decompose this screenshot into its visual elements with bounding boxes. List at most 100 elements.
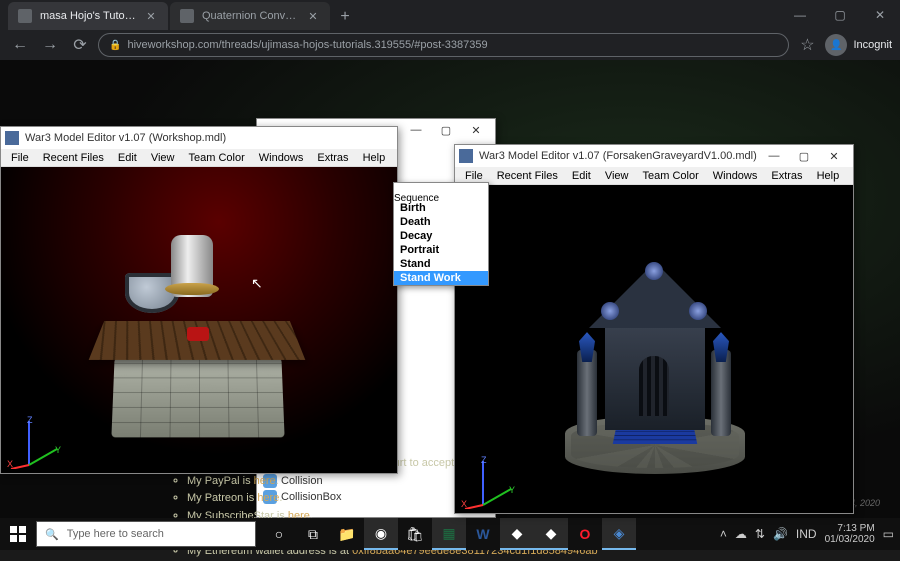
- browser-window-controls: — ▢ ✕: [780, 0, 900, 30]
- start-button[interactable]: [0, 518, 36, 550]
- file-explorer-button[interactable]: 📁: [330, 518, 364, 550]
- axis-gizmo: Z Y X: [7, 415, 61, 469]
- language-indicator[interactable]: IND: [796, 527, 817, 541]
- model-workshop: [79, 217, 319, 447]
- maximize-button[interactable]: ▢: [431, 121, 461, 139]
- maximize-button[interactable]: ▢: [789, 147, 819, 165]
- browser-tab-hive[interactable]: masa Hojo's Tutorials | HIVE ✕: [8, 2, 168, 30]
- excel-button[interactable]: ▦: [432, 518, 466, 550]
- menu-help[interactable]: Help: [357, 150, 392, 166]
- incognito-label: Incognit: [853, 39, 892, 51]
- app-icon: [5, 131, 19, 145]
- menu-view[interactable]: View: [145, 150, 181, 166]
- app-icon: [459, 149, 473, 163]
- taskbar-search[interactable]: 🔍 Type here to search: [36, 521, 256, 547]
- menu-edit[interactable]: Edit: [112, 150, 143, 166]
- favicon-icon: [180, 9, 194, 23]
- paypal-link[interactable]: here: [254, 475, 276, 487]
- browser-chrome: masa Hojo's Tutorials | HIVE ✕ Quaternio…: [0, 0, 900, 60]
- titlebar[interactable]: Sequence: [394, 183, 488, 201]
- sequence-list: Birth Death Decay Portrait Stand Stand W…: [394, 201, 488, 285]
- titlebar[interactable]: War3 Model Editor v1.07 (ForsakenGraveya…: [455, 145, 853, 167]
- search-placeholder: Type here to search: [67, 528, 164, 540]
- taskbar-icons: ○ ⧉ 📁 ◉ 🛍 ▦ W ◆ ◆ O ◈: [262, 518, 636, 550]
- close-icon[interactable]: ✕: [306, 9, 320, 23]
- sequence-item[interactable]: Stand: [394, 257, 488, 271]
- address-bar: ← → ⟳ 🔒 hiveworkshop.com/threads/ujimasa…: [0, 30, 900, 60]
- sequence-window[interactable]: Sequence Birth Death Decay Portrait Stan…: [393, 182, 489, 286]
- tab-label: Quaternion Converter: [202, 10, 298, 22]
- viewport-3d[interactable]: Z Y X: [455, 185, 853, 513]
- blue-app-button[interactable]: ◈: [602, 518, 636, 550]
- close-button[interactable]: ✕: [461, 121, 491, 139]
- new-tab-button[interactable]: +: [332, 4, 358, 30]
- word-button[interactable]: W: [466, 518, 500, 550]
- menu-file[interactable]: File: [5, 150, 35, 166]
- forward-button[interactable]: →: [38, 33, 62, 57]
- menu-edit[interactable]: Edit: [566, 168, 597, 184]
- axis-gizmo: Z Y X: [461, 455, 515, 509]
- titlebar[interactable]: War3 Model Editor v1.07 (Workshop.mdl): [1, 127, 397, 149]
- favicon-icon: [18, 9, 32, 23]
- back-button[interactable]: ←: [8, 33, 32, 57]
- action-center-button[interactable]: ▭: [883, 527, 894, 541]
- cortana-button[interactable]: ○: [262, 518, 296, 550]
- lock-icon: 🔒: [109, 40, 121, 51]
- tab-strip: masa Hojo's Tutorials | HIVE ✕ Quaternio…: [0, 0, 900, 30]
- system-tray: ˄ ☁ ⇅ 🔊 IND 7:13 PM 01/03/2020 ▭: [714, 523, 900, 545]
- clock[interactable]: 7:13 PM 01/03/2020: [825, 523, 875, 545]
- close-icon[interactable]: ✕: [144, 9, 158, 23]
- browser-tab-quaternion[interactable]: Quaternion Converter ✕: [170, 2, 330, 30]
- model-editor-graveyard-window[interactable]: War3 Model Editor v1.07 (ForsakenGraveya…: [454, 144, 854, 514]
- tray-overflow-button[interactable]: ˄: [720, 527, 727, 541]
- close-button[interactable]: ✕: [819, 147, 849, 165]
- minimize-button[interactable]: —: [401, 121, 431, 139]
- app-icon: [394, 183, 404, 193]
- sequence-item[interactable]: Decay: [394, 229, 488, 243]
- viewport-3d[interactable]: ↖ Z Y X: [1, 167, 397, 473]
- network-icon[interactable]: ⇅: [755, 527, 765, 541]
- close-button[interactable]: ✕: [860, 0, 900, 30]
- menu-help[interactable]: Help: [811, 168, 846, 184]
- app-button-1[interactable]: ◆: [500, 518, 534, 550]
- task-view-button[interactable]: ⧉: [296, 518, 330, 550]
- incognito-icon[interactable]: 👤: [825, 34, 847, 56]
- menu-view[interactable]: View: [599, 168, 635, 184]
- store-button[interactable]: 🛍: [398, 518, 432, 550]
- menu-extras[interactable]: Extras: [311, 150, 354, 166]
- search-icon: 🔍: [45, 528, 59, 541]
- opera-button[interactable]: O: [568, 518, 602, 550]
- menu-team-color[interactable]: Team Color: [637, 168, 705, 184]
- app-button-2[interactable]: ◆: [534, 518, 568, 550]
- menu-recent-files[interactable]: Recent Files: [37, 150, 110, 166]
- bookmark-button[interactable]: ☆: [795, 33, 819, 57]
- url-text: hiveworkshop.com/threads/ujimasa-hojos-t…: [127, 39, 487, 51]
- url-input[interactable]: 🔒 hiveworkshop.com/threads/ujimasa-hojos…: [98, 33, 789, 57]
- menu-extras[interactable]: Extras: [765, 168, 808, 184]
- menu-windows[interactable]: Windows: [253, 150, 310, 166]
- menu-bar: File Recent Files Edit View Team Color W…: [1, 149, 397, 167]
- chrome-button[interactable]: ◉: [364, 518, 398, 550]
- time-label: 7:13 PM: [825, 523, 875, 534]
- reload-button[interactable]: ⟳: [68, 33, 92, 57]
- tab-label: masa Hojo's Tutorials | HIVE: [40, 10, 136, 22]
- page-content: — ▢ ✕ Collision CollisionBox War3 Model …: [0, 60, 900, 518]
- menu-team-color[interactable]: Team Color: [183, 150, 251, 166]
- minimize-button[interactable]: —: [780, 0, 820, 30]
- sequence-item[interactable]: Death: [394, 215, 488, 229]
- onedrive-icon[interactable]: ☁: [735, 527, 747, 541]
- date-label: 01/03/2020: [825, 534, 875, 545]
- volume-icon[interactable]: 🔊: [773, 527, 788, 541]
- sequence-item[interactable]: Birth: [394, 201, 488, 215]
- menu-bar: File Recent Files Edit View Team Color W…: [455, 167, 853, 185]
- sequence-item[interactable]: Portrait: [394, 243, 488, 257]
- sequence-item-selected[interactable]: Stand Work: [394, 271, 488, 285]
- window-title: War3 Model Editor v1.07 (Workshop.mdl): [25, 132, 393, 144]
- menu-recent-files[interactable]: Recent Files: [491, 168, 564, 184]
- patreon-link[interactable]: here: [257, 492, 279, 504]
- model-editor-workshop-window[interactable]: War3 Model Editor v1.07 (Workshop.mdl) F…: [0, 126, 398, 474]
- taskbar: 🔍 Type here to search ○ ⧉ 📁 ◉ 🛍 ▦ W ◆ ◆ …: [0, 518, 900, 550]
- minimize-button[interactable]: —: [759, 147, 789, 165]
- menu-windows[interactable]: Windows: [707, 168, 764, 184]
- maximize-button[interactable]: ▢: [820, 0, 860, 30]
